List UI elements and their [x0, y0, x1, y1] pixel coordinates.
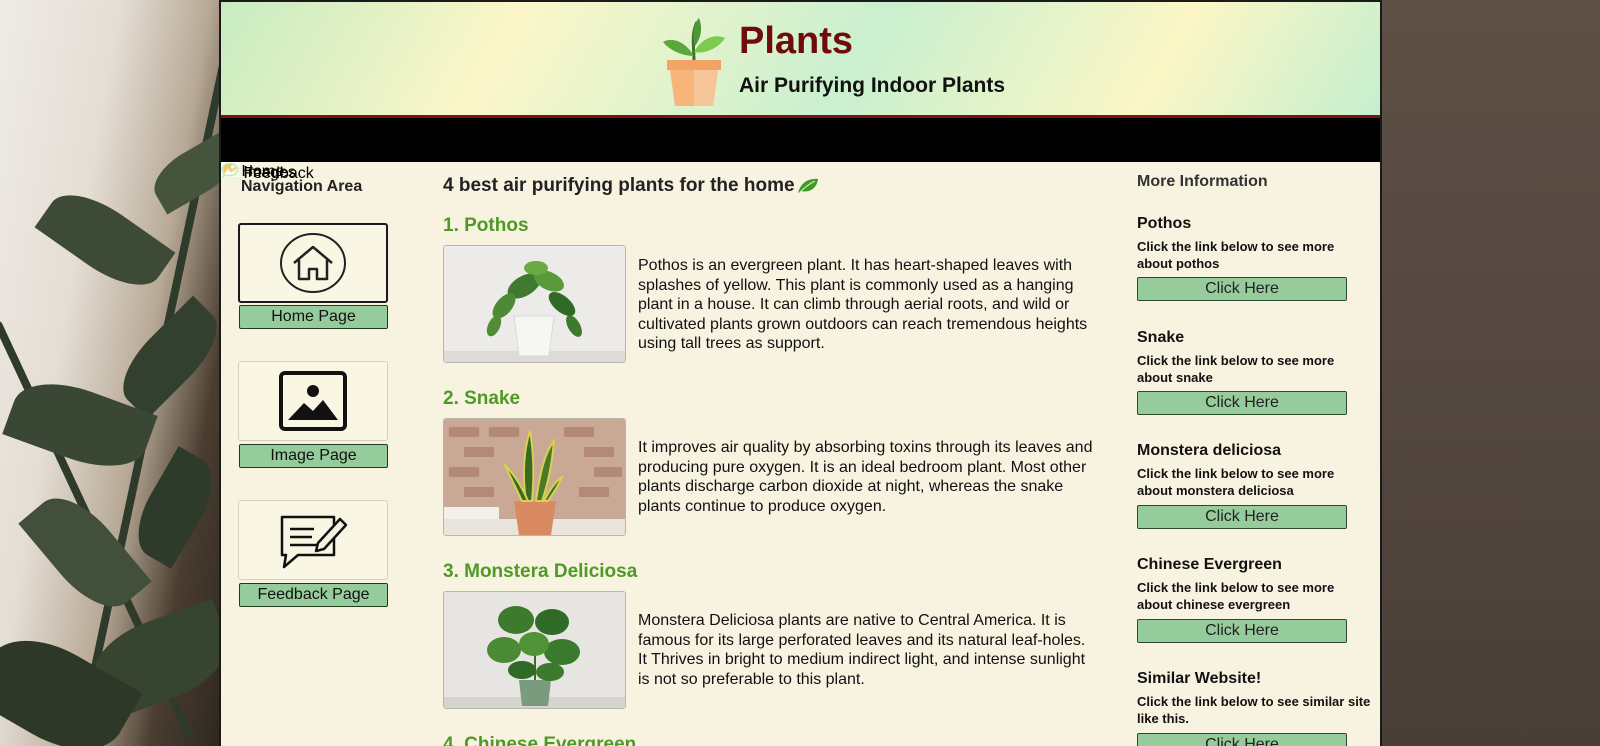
image-page-tile[interactable] — [238, 361, 388, 441]
image-page-button[interactable]: Image Page — [239, 444, 388, 468]
snake-description: It improves air quality by absorbing tox… — [638, 439, 1093, 515]
plant-heading-snake: 2. Snake — [443, 388, 521, 409]
click-here-chinese-evergreen-button[interactable]: Click Here — [1137, 619, 1347, 643]
pothos-description: Pothos is an evergreen plant. It has hea… — [638, 257, 1088, 352]
click-here-pothos-button[interactable]: Click Here — [1137, 277, 1347, 301]
plant-heading-monstera: 3. Monstera Deliciosa — [443, 561, 638, 582]
page-container: Plants Air Purifying Indoor Plants Home … — [219, 0, 1382, 746]
click-here-snake-button[interactable]: Click Here — [1137, 391, 1347, 415]
info-name-pothos: Pothos — [1137, 215, 1192, 232]
snake-plant-image — [443, 418, 626, 536]
home-page-tile[interactable] — [238, 223, 388, 303]
top-navigation — [221, 118, 1380, 162]
home-circle-icon — [280, 233, 346, 293]
comment-dots-icon — [221, 162, 239, 178]
feedback-page-button[interactable]: Feedback Page — [239, 583, 388, 607]
navigation-area-heading: Navigation Area — [241, 178, 363, 195]
home-page-button[interactable]: Home Page — [239, 305, 388, 329]
main-heading-text: 4 best air purifying plants for the home — [443, 175, 795, 196]
click-here-similar-website-button[interactable]: Click Here — [1137, 733, 1347, 746]
background-wall — [1380, 0, 1600, 746]
plant-heading-pothos: 1. Pothos — [443, 215, 529, 236]
info-name-similar-website: Similar Website! — [1137, 670, 1262, 687]
potted-plant-logo-icon — [663, 18, 725, 106]
main-heading: 4 best air purifying plants for the home — [443, 175, 819, 197]
info-text-snake: Click the link below to see more about s… — [1137, 353, 1335, 385]
monstera-description: Monstera Deliciosa plants are native to … — [638, 612, 1086, 688]
plant-heading-chinese-evergreen: 4. Chinese Evergreen — [443, 734, 637, 746]
pothos-image — [443, 245, 626, 363]
info-text-chinese-evergreen: Click the link below to see more about c… — [1137, 580, 1335, 612]
site-title: Plants — [739, 20, 854, 62]
info-text-monstera: Click the link below to see more about m… — [1137, 466, 1335, 498]
background-plant-photo — [0, 0, 220, 746]
info-text-similar-website: Click the link below to see similar site… — [1137, 694, 1371, 726]
feedback-page-tile[interactable] — [238, 500, 388, 580]
info-name-snake: Snake — [1137, 329, 1185, 346]
picture-icon — [279, 371, 347, 431]
site-subtitle: Air Purifying Indoor Plants — [739, 74, 1006, 97]
more-information-heading: More Information — [1137, 173, 1268, 190]
monstera-image — [443, 591, 626, 709]
click-here-monstera-button[interactable]: Click Here — [1137, 505, 1347, 529]
info-name-monstera: Monstera deliciosa — [1137, 442, 1282, 459]
info-name-chinese-evergreen: Chinese Evergreen — [1137, 556, 1282, 573]
info-text-pothos: Click the link below to see more about p… — [1137, 239, 1335, 271]
site-header: Plants Air Purifying Indoor Plants — [221, 2, 1380, 118]
leaf-icon — [797, 178, 818, 194]
message-edit-icon — [280, 515, 348, 569]
